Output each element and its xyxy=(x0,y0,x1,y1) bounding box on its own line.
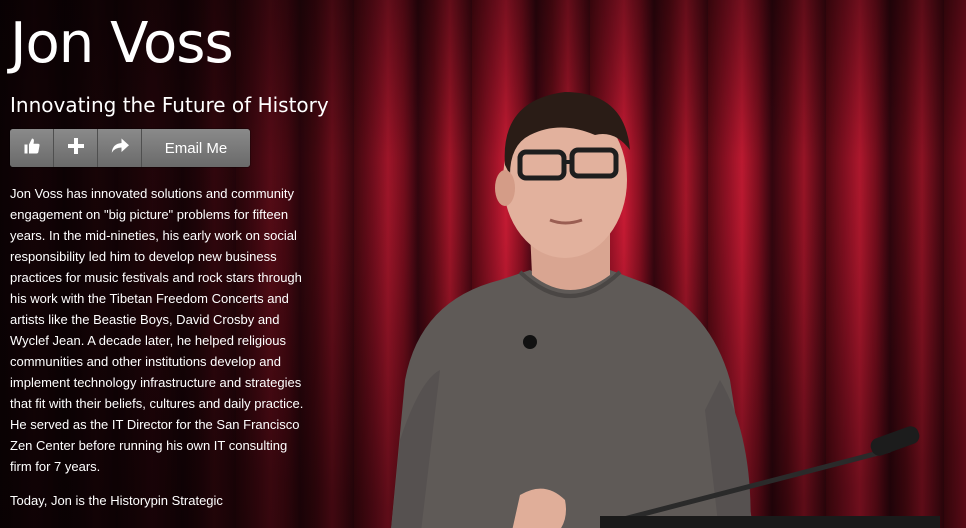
profile-name: Jon Voss xyxy=(10,11,234,76)
like-button[interactable] xyxy=(10,129,54,167)
bio-paragraph: Today, Jon is the Historypin Strategic xyxy=(10,493,223,508)
action-button-group: Email Me xyxy=(10,129,250,167)
profile-page: Jon Voss Innovating the Future of Histor… xyxy=(0,0,966,528)
profile-content: Jon Voss Innovating the Future of Histor… xyxy=(10,0,330,524)
profile-tagline: Innovating the Future of History xyxy=(10,93,329,117)
email-me-button[interactable]: Email Me xyxy=(142,129,250,167)
add-button[interactable] xyxy=(54,129,98,167)
bio-paragraph: Jon Voss has innovated solutions and com… xyxy=(10,186,304,474)
microphone-photo xyxy=(600,426,940,528)
plus-icon xyxy=(67,137,84,159)
profile-bio: Jon Voss has innovated solutions and com… xyxy=(10,183,310,511)
thumbs-up-icon xyxy=(23,137,41,160)
share-arrow-icon xyxy=(111,138,129,159)
share-button[interactable] xyxy=(98,129,142,167)
